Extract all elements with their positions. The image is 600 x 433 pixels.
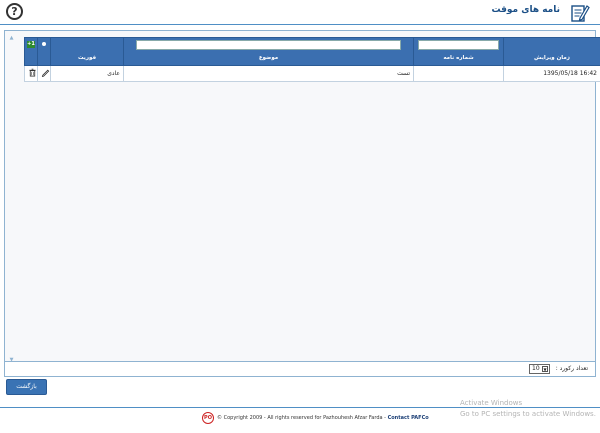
chevron-down-icon: ▼	[542, 366, 548, 372]
watermark-line-2: Go to PC settings to activate Windows.	[460, 410, 596, 418]
page-size-label: تعداد رکورد :	[555, 365, 588, 372]
pager: 10 ▼ تعداد رکورد :	[5, 361, 595, 376]
subject-cell: تست	[123, 65, 414, 82]
priority-cell: عادی	[50, 65, 124, 82]
trash-icon[interactable]	[28, 68, 37, 77]
back-button[interactable]: بازگشت	[6, 379, 47, 395]
watermark-line-1: Activate Windows	[460, 399, 523, 407]
table-header-row: +1 فوریت موضوع شماره نامه زمان ویرایش	[24, 37, 600, 66]
column-header-letter-no[interactable]: شماره نامه	[413, 37, 504, 66]
column-count-badge: +1	[27, 41, 35, 48]
scroll-up-icon[interactable]: ▲	[8, 35, 15, 42]
page-title: نامه های موقت	[491, 5, 560, 15]
help-button[interactable]: ?	[6, 3, 23, 20]
letters-table: +1 فوریت موضوع شماره نامه زمان ویرایش عا…	[24, 37, 600, 82]
table-row[interactable]: عادی تست 16:42 1395/05/18	[24, 65, 600, 82]
column-header-subject[interactable]: موضوع	[123, 37, 414, 66]
company-logo: PO	[202, 412, 214, 424]
letter-no-cell	[413, 65, 504, 82]
vertical-scrollbar[interactable]: ▲ ▼	[8, 35, 15, 364]
pencil-icon[interactable]	[41, 68, 50, 77]
delete-cell	[24, 65, 38, 82]
column-header-actions	[37, 37, 51, 66]
grid-body[interactable]: ▲ ▼ +1 فوریت موضوع شماره نامه زمان ویرای…	[7, 33, 600, 364]
column-header-select[interactable]: +1	[24, 37, 38, 66]
subject-filter-input[interactable]	[135, 40, 402, 50]
edit-document-icon	[571, 5, 590, 22]
column-label-subject: موضوع	[258, 55, 279, 61]
edit-cell	[37, 65, 51, 82]
settings-icon[interactable]	[41, 41, 47, 47]
page-size-select[interactable]: 10 ▼	[529, 364, 550, 374]
column-header-priority[interactable]: فوریت	[50, 37, 124, 66]
contact-link[interactable]: Contact PAFCo	[388, 415, 429, 421]
page-size-value: 10	[532, 365, 540, 372]
date-cell: 16:42 1395/05/18	[503, 65, 600, 82]
activation-watermark: Activate Windows Go to PC settings to ac…	[460, 399, 596, 418]
footer-text: © Copyright 2009 - All rights reserved f…	[217, 415, 429, 421]
grid-panel: ▲ ▼ +1 فوریت موضوع شماره نامه زمان ویرای…	[4, 30, 600, 377]
column-label-letter-no: شماره نامه	[443, 55, 474, 61]
column-header-date[interactable]: زمان ویرایش	[503, 37, 600, 66]
column-label-date: زمان ویرایش	[534, 55, 570, 61]
top-bar: ? نامه های موقت	[0, 0, 600, 25]
help-label: ?	[11, 5, 18, 18]
copyright-text: © Copyright 2009 - All rights reserved f…	[217, 415, 386, 421]
column-label-priority: فوریت	[77, 55, 97, 61]
letter-no-filter-input[interactable]	[417, 40, 500, 50]
